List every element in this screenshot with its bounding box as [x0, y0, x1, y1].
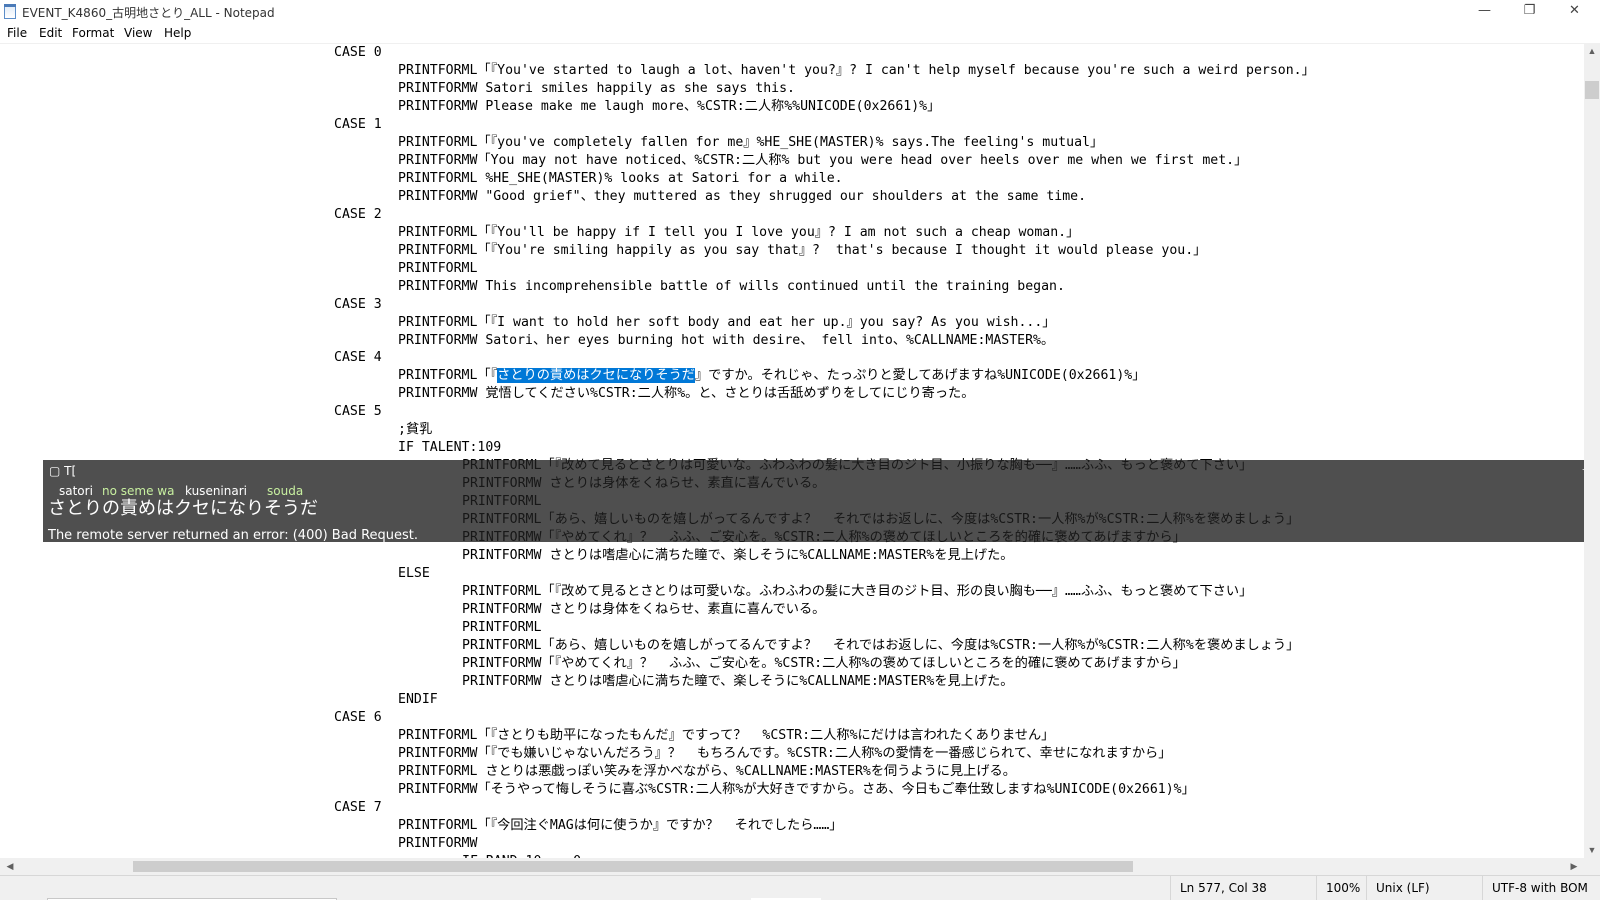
code-line: PRINTFORMW「You may not have noticed、%CST… [398, 152, 1248, 168]
scroll-up-button[interactable]: ▲ [1584, 43, 1600, 59]
code-line: PRINTFORMW さとりは嗜虐心に満ちた瞳で、楽しそうに%CALLNAME:… [462, 673, 1014, 689]
cursor-position: Ln 577, Col 38 [1170, 876, 1316, 900]
close-button[interactable]: ✕ [1552, 0, 1597, 24]
selected-text: さとりの責めはクセになりそうだ [497, 368, 695, 384]
code-line: PRINTFORML「『さとりも助平になったもんだ』ですって？ %CSTR:二人… [398, 727, 1055, 743]
line-ending: Unix (LF) [1366, 876, 1482, 900]
code-line: PRINTFORML「『今回注ぐMAGは何に使うか』ですか？ それでしたら……」 [398, 817, 843, 833]
code-line: PRINTFORMW Satori、her eyes burning hot w… [398, 332, 1055, 348]
status-bar: Ln 577, Col 38 100% Unix (LF) UTF-8 with… [0, 875, 1600, 900]
code-line: PRINTFORMW さとりは身体をくねらせ、素直に喜んでいる。 [462, 602, 826, 618]
minimize-button[interactable]: — [1462, 0, 1507, 24]
code-line: PRINTFORMW "Good grief"、they muttered as… [398, 188, 1087, 204]
menu-view[interactable]: View [124, 26, 152, 40]
code-line: IF TALENT:109 [398, 440, 502, 456]
menu-file[interactable]: File [7, 26, 27, 40]
menu-help[interactable]: Help [164, 26, 191, 40]
code-line: PRINTFORMW さとりは嗜虐心に満ちた瞳で、楽しそうに%CALLNAME:… [462, 548, 1014, 564]
code-line: PRINTFORML「『改めて見るとさとりは可愛いな。ふわふわの髪に大き目のジト… [462, 584, 1253, 600]
zoom-level: 100% [1316, 876, 1366, 900]
overlay-source-text: さとりの責めはクセになりそうだ [48, 498, 318, 519]
scroll-left-button[interactable]: ◀ [2, 858, 18, 875]
code-line: PRINTFORML「『You're smiling happily as yo… [398, 242, 1207, 258]
code-line: PRINTFORMW「『やめてくれ』？ ふふ、ご安心を。%CSTR:二人称%の褒… [462, 655, 1186, 671]
code-line: CASE 2 [334, 206, 382, 222]
file-encoding: UTF-8 with BOM [1482, 876, 1600, 900]
code-text: 』ですか。それじゃ、たっぷりと愛してあげますね%UNICODE(0x2661)%… [694, 368, 1146, 384]
code-line: CASE 7 [334, 799, 382, 815]
overlay-error-message: The remote server returned an error: (40… [48, 528, 419, 543]
code-line: PRINTFORMW「『でも嫌いじゃないんだろう』？ もちろんです。%CSTR:… [398, 745, 1172, 761]
overlay-toolbar-icons[interactable]: ▢ T[ [49, 464, 76, 478]
code-line: PRINTFORMW Satori smiles happily as she … [398, 80, 795, 96]
code-line: ENDIF [398, 691, 438, 707]
code-line: PRINTFORMW Please make me laugh more、%CS… [398, 98, 941, 114]
code-line: PRINTFORMW This incomprehensible battle … [398, 278, 1065, 294]
code-line: CASE 3 [334, 296, 382, 312]
code-text: PRINTFORML「『 [398, 368, 498, 384]
code-line: PRINTFORML「『You've started to laugh a lo… [398, 62, 1315, 78]
code-line: PRINTFORML %HE_SHE(MASTER)% looks at Sat… [398, 170, 843, 186]
code-line: PRINTFORML「『さとりの責めはクセになりそうだ』ですか。それじゃ、たっぷ… [398, 367, 1145, 385]
code-line: ELSE [398, 566, 430, 582]
code-line: PRINTFORMW「そうやって悔しそうに喜ぶ%CSTR:二人称%が大好きですか… [398, 781, 1195, 797]
code-line: PRINTFORML「『you've completely fallen for… [398, 134, 1104, 150]
horizontal-scroll-thumb[interactable] [133, 861, 1133, 872]
menu-bar: File Edit Format View Help [0, 24, 1600, 43]
scroll-down-button[interactable]: ▼ [1584, 842, 1600, 858]
menu-format[interactable]: Format [72, 26, 114, 40]
scroll-right-button[interactable]: ▶ [1566, 858, 1582, 875]
code-line: PRINTFORML「『I want to hold her soft body… [398, 314, 1056, 330]
code-line: PRINTFORMW [398, 835, 478, 851]
vertical-scrollbar[interactable]: ▲ ▼ [1584, 43, 1600, 858]
code-line: PRINTFORML [462, 620, 542, 636]
maximize-button[interactable]: ❐ [1507, 0, 1552, 24]
code-line: PRINTFORML さとりは悪戯っぽい笑みを浮かべながら、%CALLNAME:… [398, 763, 1016, 779]
code-line: PRINTFORML「『You'll be happy if I tell yo… [398, 224, 1080, 240]
code-line: CASE 0 [334, 45, 382, 60]
code-line: PRINTFORML [398, 260, 478, 276]
code-line: PRINTFORML「あら、嬉しいものを嬉しがってるんですよ？ それではお返しに… [462, 638, 1300, 653]
window-title: EVENT_K4860_古明地さとり_ALL - Notepad [22, 6, 275, 20]
code-line: PRINTFORMW 覚悟してください%CSTR:二人称%。と、さとりは舌舐めず… [398, 386, 975, 402]
code-line: CASE 6 [334, 709, 382, 725]
code-line: CASE 4 [334, 350, 382, 366]
vertical-scroll-thumb[interactable] [1585, 81, 1599, 99]
text-editor[interactable]: CASE 0 PRINTFORML「『You've started to laug… [0, 43, 1584, 858]
title-bar: EVENT_K4860_古明地さとり_ALL - Notepad — ❐ ✕ [0, 0, 1600, 24]
horizontal-scrollbar[interactable]: ◀ ▶ [0, 858, 1584, 875]
menu-edit[interactable]: Edit [39, 26, 62, 40]
notepad-icon [4, 4, 16, 19]
translation-overlay[interactable]: ▢ T[ — satori no seme wa kuseninari soud… [43, 460, 1600, 543]
scrollbar-corner [1584, 858, 1600, 875]
code-line: ;貧乳 [398, 422, 433, 438]
code-line: CASE 1 [334, 116, 382, 132]
code-line: CASE 5 [334, 404, 382, 420]
